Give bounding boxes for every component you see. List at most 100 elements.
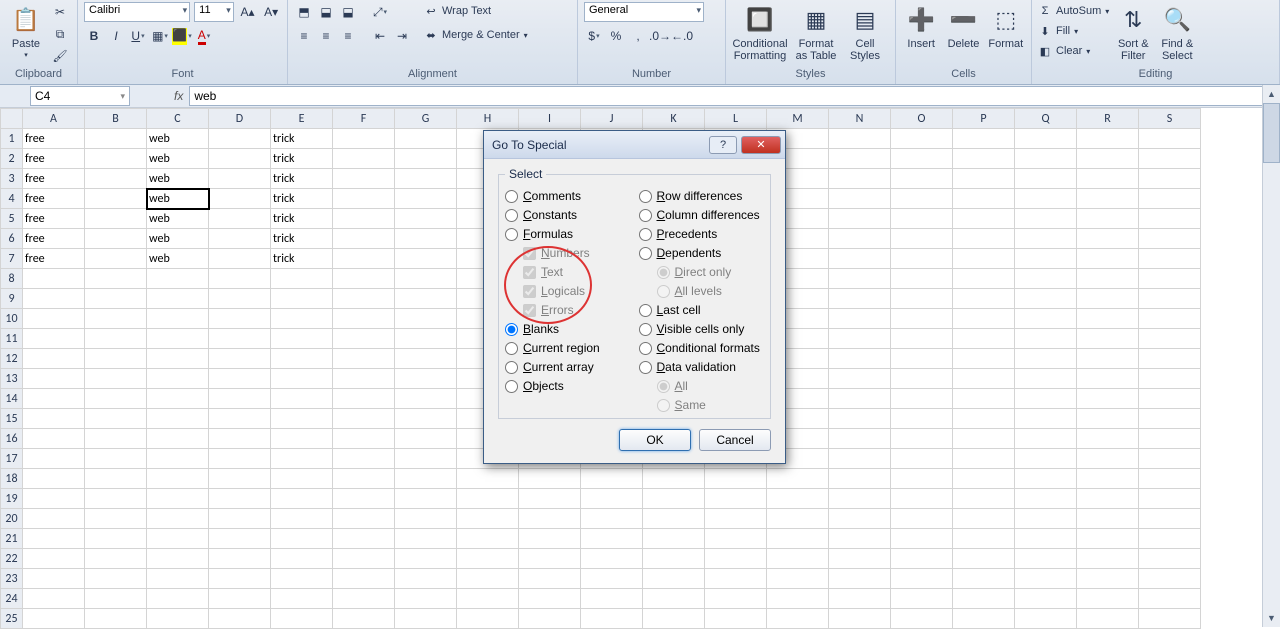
cell-I25[interactable] [519,609,581,629]
cell-J22[interactable] [581,549,643,569]
cell-A17[interactable] [23,449,85,469]
cell-C11[interactable] [147,329,209,349]
cell-I24[interactable] [519,589,581,609]
cell-A16[interactable] [23,429,85,449]
cell-N21[interactable] [829,529,891,549]
cell-G5[interactable] [395,209,457,229]
row-header-17[interactable]: 17 [1,449,23,469]
cell-H18[interactable] [457,469,519,489]
cell-A2[interactable]: free [23,149,85,169]
cell-E3[interactable]: trick [271,169,333,189]
column-header-N[interactable]: N [829,109,891,129]
cell-C1[interactable]: web [147,129,209,149]
cell-S5[interactable] [1139,209,1201,229]
cell-R18[interactable] [1077,469,1139,489]
cell-O19[interactable] [891,489,953,509]
cell-D6[interactable] [209,229,271,249]
row-header-11[interactable]: 11 [1,329,23,349]
cell-F10[interactable] [333,309,395,329]
cell-O8[interactable] [891,269,953,289]
cell-O25[interactable] [891,609,953,629]
cell-F11[interactable] [333,329,395,349]
cell-F2[interactable] [333,149,395,169]
cell-D3[interactable] [209,169,271,189]
cell-I21[interactable] [519,529,581,549]
cell-G15[interactable] [395,409,457,429]
cell-L19[interactable] [705,489,767,509]
cell-O9[interactable] [891,289,953,309]
cell-P9[interactable] [953,289,1015,309]
cell-F18[interactable] [333,469,395,489]
accounting-button[interactable]: $ [584,26,604,46]
cell-S9[interactable] [1139,289,1201,309]
cell-E22[interactable] [271,549,333,569]
cell-F8[interactable] [333,269,395,289]
cell-D20[interactable] [209,509,271,529]
cell-K18[interactable] [643,469,705,489]
cell-K19[interactable] [643,489,705,509]
cell-Q4[interactable] [1015,189,1077,209]
cell-P15[interactable] [953,409,1015,429]
cell-R8[interactable] [1077,269,1139,289]
cell-G16[interactable] [395,429,457,449]
cell-G24[interactable] [395,589,457,609]
cell-S18[interactable] [1139,469,1201,489]
cell-O24[interactable] [891,589,953,609]
radio-datavalid[interactable] [639,361,652,374]
column-header-O[interactable]: O [891,109,953,129]
cell-P25[interactable] [953,609,1015,629]
cell-A9[interactable] [23,289,85,309]
cell-R14[interactable] [1077,389,1139,409]
cell-O18[interactable] [891,469,953,489]
row-header-20[interactable]: 20 [1,509,23,529]
cell-Q19[interactable] [1015,489,1077,509]
fill-button[interactable]: ⬇Fill ▾ [1038,22,1109,40]
row-header-18[interactable]: 18 [1,469,23,489]
cell-D24[interactable] [209,589,271,609]
cell-Q11[interactable] [1015,329,1077,349]
cell-S23[interactable] [1139,569,1201,589]
cell-I23[interactable] [519,569,581,589]
cell-P13[interactable] [953,369,1015,389]
cell-Q18[interactable] [1015,469,1077,489]
column-header-B[interactable]: B [85,109,147,129]
cell-P11[interactable] [953,329,1015,349]
option-region[interactable]: Current region [505,341,631,355]
cell-L21[interactable] [705,529,767,549]
cell-D5[interactable] [209,209,271,229]
cell-G25[interactable] [395,609,457,629]
cell-E18[interactable] [271,469,333,489]
radio-formulas[interactable] [505,228,518,241]
cell-R1[interactable] [1077,129,1139,149]
format-button[interactable]: ⬚Format [987,2,1025,68]
cell-L20[interactable] [705,509,767,529]
cell-C20[interactable] [147,509,209,529]
cell-K20[interactable] [643,509,705,529]
radio-comments[interactable] [505,190,518,203]
cell-F12[interactable] [333,349,395,369]
cell-N10[interactable] [829,309,891,329]
cell-E1[interactable]: trick [271,129,333,149]
cell-I19[interactable] [519,489,581,509]
cell-O2[interactable] [891,149,953,169]
cell-B25[interactable] [85,609,147,629]
option-constants[interactable]: Constants [505,208,631,222]
cell-G17[interactable] [395,449,457,469]
cell-D15[interactable] [209,409,271,429]
option-last[interactable]: Last cell [639,303,765,317]
cell-D14[interactable] [209,389,271,409]
cell-H24[interactable] [457,589,519,609]
dialog-titlebar[interactable]: Go To Special ? ✕ [484,131,785,159]
cell-N22[interactable] [829,549,891,569]
radio-objects[interactable] [505,380,518,393]
cell-I18[interactable] [519,469,581,489]
column-header-M[interactable]: M [767,109,829,129]
cell-B18[interactable] [85,469,147,489]
cell-Q5[interactable] [1015,209,1077,229]
cell-I20[interactable] [519,509,581,529]
cell-S1[interactable] [1139,129,1201,149]
borders-button[interactable]: ▦ [150,26,170,46]
cell-A13[interactable] [23,369,85,389]
cell-A10[interactable] [23,309,85,329]
row-header-19[interactable]: 19 [1,489,23,509]
